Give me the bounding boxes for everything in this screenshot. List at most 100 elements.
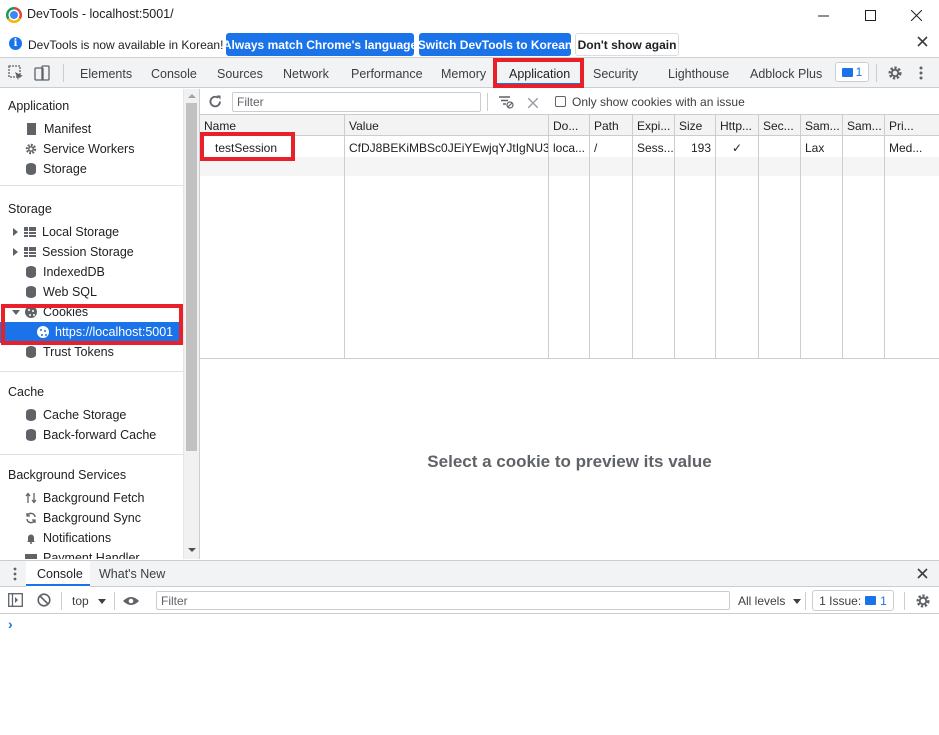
sidebar-item-back-forward-cache[interactable]: Back-forward Cache [25, 428, 156, 442]
sidebar-item-storage[interactable]: Storage [25, 162, 87, 176]
context-selector[interactable]: top [72, 594, 107, 608]
cookie-secure-cell[interactable] [759, 137, 800, 158]
drawer-tab-label: Console [37, 567, 83, 581]
column-header-samesite[interactable]: Sam... [801, 115, 842, 136]
cookie-name-highlight-box [200, 132, 295, 161]
console-prompt[interactable]: › [8, 616, 13, 632]
issues-label: 1 Issue: [819, 593, 862, 608]
console-settings-button[interactable] [915, 593, 931, 612]
sidebar-item-label: Cache Storage [43, 408, 127, 422]
cookie-sameparty-cell[interactable] [843, 137, 884, 158]
delete-cookie-button[interactable] [527, 97, 539, 111]
issues-badge[interactable]: 1 [835, 62, 869, 82]
sidebar-item-manifest[interactable]: Manifest [25, 122, 91, 136]
clear-filtered-cookies-button[interactable] [498, 95, 514, 112]
scrollbar-thumb[interactable] [186, 103, 197, 451]
sidebar-heading-storage: Storage [8, 202, 52, 216]
drawer-tab-console[interactable]: Console [26, 561, 90, 587]
tab-lighthouse[interactable]: Lighthouse [668, 67, 729, 81]
column-header-priority[interactable]: Pri... [885, 115, 939, 136]
eye-icon [123, 597, 139, 605]
match-language-button[interactable]: Always match Chrome's language [223, 33, 417, 56]
tab-elements[interactable]: Elements [80, 67, 132, 81]
cookie-value-cell[interactable]: CfDJ8BEKiMBSc0JEiYEwjqYJtIgNU3... [345, 137, 548, 158]
tab-adblock-plus[interactable]: Adblock Plus [750, 67, 822, 81]
cookie-size-cell[interactable]: 193 [675, 137, 715, 158]
close-drawer-button[interactable] [917, 568, 928, 582]
column-header-size[interactable]: Size [675, 115, 715, 136]
dropdown-arrow-icon [98, 599, 107, 604]
separator [63, 64, 64, 82]
sidebar-item-background-fetch[interactable]: Background Fetch [25, 491, 144, 505]
expand-arrow-icon[interactable] [13, 248, 18, 256]
tab-sources[interactable]: Sources [217, 67, 263, 81]
drawer-menu-button[interactable] [13, 567, 17, 584]
drawer-tab-strip: Console What's New [0, 560, 939, 587]
drawer-tab-whats-new[interactable]: What's New [99, 567, 165, 581]
database-icon [26, 286, 36, 298]
sidebar-heading-application: Application [8, 99, 70, 113]
sidebar-item-label: Payment Handler [43, 551, 140, 559]
live-expression-button[interactable] [122, 595, 140, 610]
console-issues-button[interactable]: 1 Issue: 1 [812, 590, 894, 611]
sidebar-item-service-workers[interactable]: Service Workers [25, 142, 134, 156]
scroll-down-arrow-icon[interactable] [188, 547, 196, 553]
info-icon: i [9, 37, 22, 50]
minimize-icon [817, 15, 829, 16]
cookie-path-cell[interactable]: / [590, 137, 632, 158]
tab-security[interactable]: Security [593, 67, 638, 81]
close-window-button[interactable] [893, 0, 939, 30]
sidebar-item-notifications[interactable]: Notifications [25, 531, 111, 545]
cookie-domain-cell[interactable]: loca... [549, 137, 589, 158]
cookie-samesite-cell[interactable]: Lax [801, 137, 842, 158]
log-levels-label: All levels [738, 594, 786, 608]
sidebar-item-cache-storage[interactable]: Cache Storage [25, 408, 126, 422]
cookie-priority-cell[interactable]: Med... [885, 137, 939, 158]
column-header-secure[interactable]: Sec... [759, 115, 800, 136]
column-header-httponly[interactable]: Http... [716, 115, 758, 136]
column-header-value[interactable]: Value [345, 115, 548, 136]
sidebar-item-payment-handler[interactable]: Payment Handler [25, 551, 140, 559]
cookie-table: Name Value Do... Path Expi... Size Http.… [200, 115, 939, 359]
column-header-expires[interactable]: Expi... [633, 115, 674, 136]
device-toolbar-button[interactable] [34, 65, 50, 84]
inspect-element-button[interactable] [8, 65, 24, 84]
issue-icon [841, 67, 853, 77]
sidebar-item-label: Manifest [44, 122, 92, 136]
settings-button[interactable] [887, 65, 903, 84]
console-filter-input[interactable] [156, 591, 730, 610]
tab-performance[interactable]: Performance [351, 67, 423, 81]
cookie-filter-input[interactable] [232, 92, 481, 112]
chrome-logo-icon [6, 7, 22, 23]
log-levels-dropdown[interactable]: All levels [738, 594, 801, 608]
close-infobar-button[interactable] [917, 36, 928, 50]
more-options-button[interactable] [919, 65, 923, 84]
refresh-button[interactable] [208, 94, 223, 112]
sidebar-item-indexeddb[interactable]: IndexedDB [25, 265, 105, 279]
show-sidebar-button[interactable] [8, 593, 23, 610]
sidebar-item-trust-tokens[interactable]: Trust Tokens [25, 345, 114, 359]
sidebar-item-web-sql[interactable]: Web SQL [25, 285, 97, 299]
tab-console[interactable]: Console [151, 67, 197, 81]
expand-arrow-icon[interactable] [13, 228, 18, 236]
minimize-button[interactable] [800, 0, 846, 30]
switch-to-korean-button[interactable]: Switch DevTools to Korean [418, 33, 572, 56]
column-header-path[interactable]: Path [590, 115, 632, 136]
only-issues-checkbox[interactable] [555, 96, 566, 107]
sidebar-scrollbar[interactable] [183, 89, 199, 559]
tab-network[interactable]: Network [283, 67, 329, 81]
dont-show-again-button[interactable]: Don't show again [575, 33, 679, 56]
sidebar-item-session-storage[interactable]: Session Storage [13, 245, 134, 259]
sidebar-item-local-storage[interactable]: Local Storage [13, 225, 119, 239]
tab-memory[interactable]: Memory [441, 67, 486, 81]
close-icon [527, 97, 539, 109]
sidebar-item-background-sync[interactable]: Background Sync [25, 511, 141, 525]
clear-console-button[interactable] [37, 593, 51, 610]
column-header-domain[interactable]: Do... [549, 115, 589, 136]
column-header-sameparty[interactable]: Sam... [843, 115, 884, 136]
cookie-expires-cell[interactable]: Sess... [633, 137, 674, 158]
cookie-httponly-cell[interactable]: ✓ [716, 137, 758, 158]
maximize-button[interactable] [847, 0, 893, 30]
scroll-up-arrow-icon[interactable] [188, 93, 196, 99]
language-infobar: i DevTools is now available in Korean! A… [0, 30, 939, 58]
